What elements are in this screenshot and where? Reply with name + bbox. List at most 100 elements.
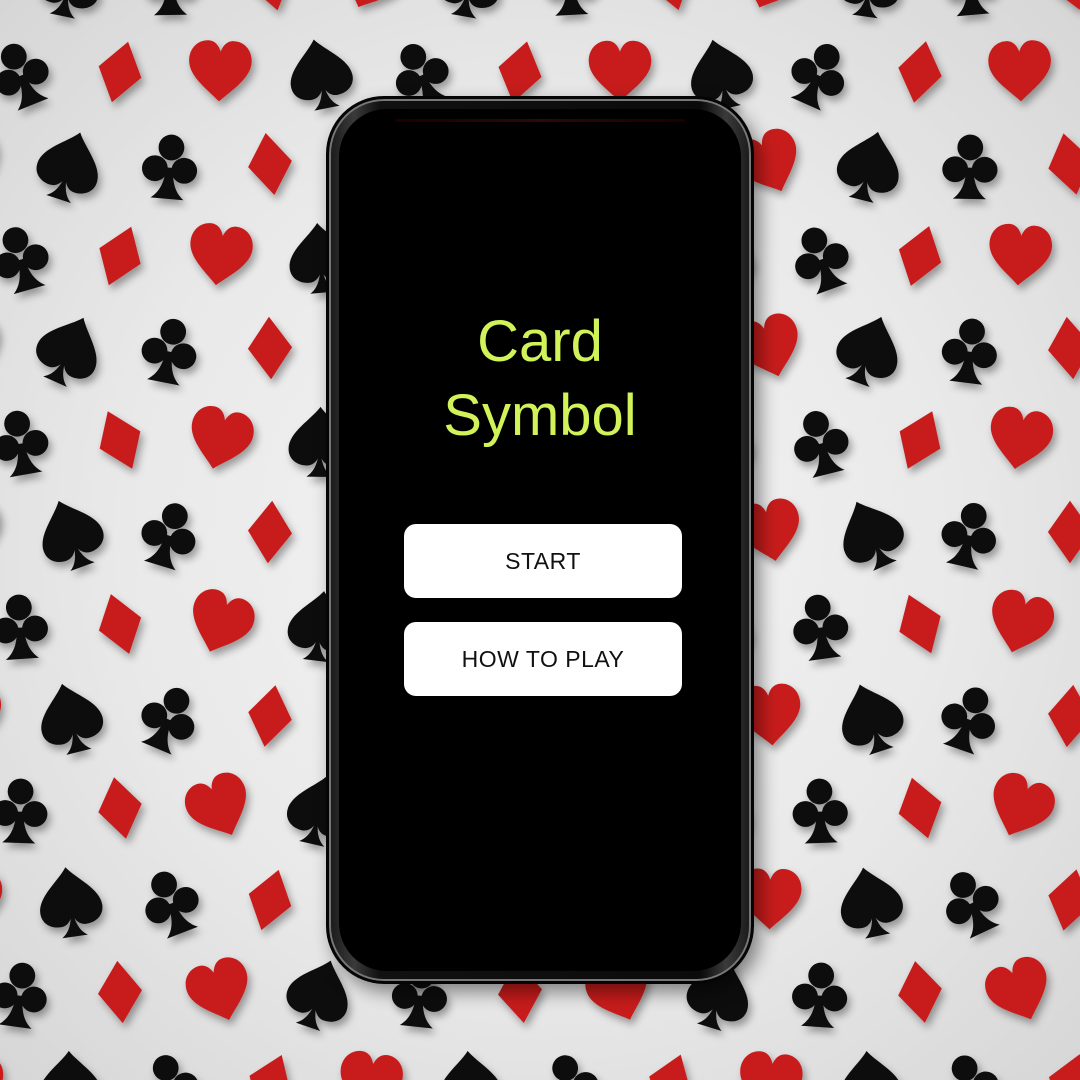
- diamond-icon: [892, 37, 948, 107]
- club-icon: [130, 678, 207, 759]
- spade-icon: [827, 489, 914, 579]
- diamond-icon: [1044, 314, 1080, 382]
- heart-icon: [0, 497, 5, 566]
- heart-icon: [987, 39, 1053, 103]
- heart-icon: [187, 39, 253, 103]
- heart-icon: [730, 0, 811, 19]
- phone-speaker: [395, 119, 685, 122]
- diamond-icon: [888, 586, 952, 662]
- diamond-icon: [245, 499, 295, 565]
- diamond-icon: [88, 218, 152, 294]
- heart-icon: [0, 310, 8, 384]
- club-icon: [791, 777, 849, 844]
- heart-icon: [981, 585, 1059, 661]
- diamond-icon: [1044, 682, 1080, 750]
- club-icon: [790, 960, 850, 1029]
- spade-icon: [432, 0, 507, 22]
- game-title: Card Symbol: [339, 305, 741, 453]
- diamond-icon: [1041, 864, 1080, 936]
- diamond-icon: [89, 587, 151, 661]
- heart-icon: [180, 952, 259, 1030]
- club-icon: [133, 495, 206, 574]
- diamond-icon: [893, 957, 947, 1027]
- diamond-icon: [890, 772, 950, 844]
- spade-icon: [34, 862, 107, 941]
- club-icon: [0, 777, 49, 844]
- club-icon: [932, 679, 1006, 759]
- start-button[interactable]: START: [404, 524, 682, 598]
- spade-icon: [28, 122, 110, 209]
- club-icon: [783, 218, 858, 299]
- spade-icon: [830, 124, 909, 208]
- heart-icon: [0, 1047, 7, 1080]
- diamond-icon: [640, 0, 700, 17]
- spade-icon: [830, 674, 912, 761]
- club-icon: [133, 862, 209, 943]
- diamond-icon: [1039, 1047, 1080, 1080]
- club-icon: [139, 132, 201, 202]
- heart-icon: [184, 220, 256, 290]
- club-icon: [0, 34, 59, 115]
- club-icon: [939, 0, 1001, 18]
- heart-icon: [979, 951, 1061, 1032]
- spade-icon: [828, 306, 911, 394]
- club-icon: [786, 404, 856, 481]
- spade-icon: [26, 305, 113, 395]
- club-icon: [540, 0, 600, 17]
- club-icon: [932, 861, 1010, 944]
- heart-icon: [0, 124, 10, 203]
- spade-icon: [835, 1047, 905, 1080]
- spade-icon: [833, 0, 906, 21]
- club-icon: [934, 1047, 1008, 1080]
- diamond-icon: [638, 1047, 702, 1080]
- diamond-icon: [87, 402, 153, 478]
- heart-icon: [178, 766, 261, 848]
- game-title-line2: Symbol: [443, 383, 637, 448]
- diamond-icon: [95, 958, 145, 1026]
- club-icon: [788, 591, 853, 663]
- diamond-icon: [887, 402, 953, 478]
- heart-icon: [735, 1049, 805, 1080]
- heart-icon: [986, 222, 1054, 288]
- club-icon: [938, 315, 1001, 387]
- heart-icon: [334, 1048, 406, 1080]
- spade-icon: [832, 861, 909, 943]
- diamond-icon: [92, 773, 148, 843]
- diamond-icon: [1047, 500, 1080, 564]
- club-icon: [780, 33, 858, 116]
- club-icon: [0, 220, 57, 298]
- club-icon: [0, 406, 54, 480]
- spade-icon: [31, 0, 108, 23]
- diamond-icon: [246, 315, 294, 381]
- diamond-icon: [237, 1046, 303, 1080]
- diamond-icon: [242, 681, 298, 751]
- diamond-icon: [1041, 128, 1080, 200]
- heart-icon: [180, 583, 261, 663]
- club-icon: [935, 497, 1004, 573]
- diamond-icon: [240, 863, 300, 937]
- club-icon: [141, 0, 199, 16]
- club-icon: [136, 313, 203, 388]
- diamond-icon: [243, 129, 297, 199]
- spade-icon: [31, 676, 110, 760]
- how-to-play-button[interactable]: HOW TO PLAY: [404, 622, 682, 696]
- heart-icon: [0, 684, 2, 746]
- club-icon: [534, 1047, 607, 1080]
- heart-icon: [182, 402, 258, 477]
- heart-icon: [329, 0, 412, 20]
- phone-screen: Card Symbol START HOW TO PLAY: [339, 109, 741, 971]
- heart-icon: [979, 767, 1061, 848]
- diamond-icon: [889, 219, 951, 293]
- spade-icon: [282, 33, 358, 115]
- phone-frame: Card Symbol START HOW TO PLAY: [326, 96, 754, 984]
- diamond-icon: [90, 36, 150, 108]
- diamond-icon: [241, 0, 299, 16]
- heart-icon: [0, 866, 4, 933]
- spade-icon: [37, 1049, 103, 1080]
- club-icon: [135, 1048, 206, 1080]
- spade-icon: [29, 490, 112, 578]
- club-icon: [941, 134, 999, 200]
- diamond-icon: [1039, 0, 1080, 17]
- game-title-line1: Card: [477, 309, 603, 374]
- club-icon: [0, 592, 50, 661]
